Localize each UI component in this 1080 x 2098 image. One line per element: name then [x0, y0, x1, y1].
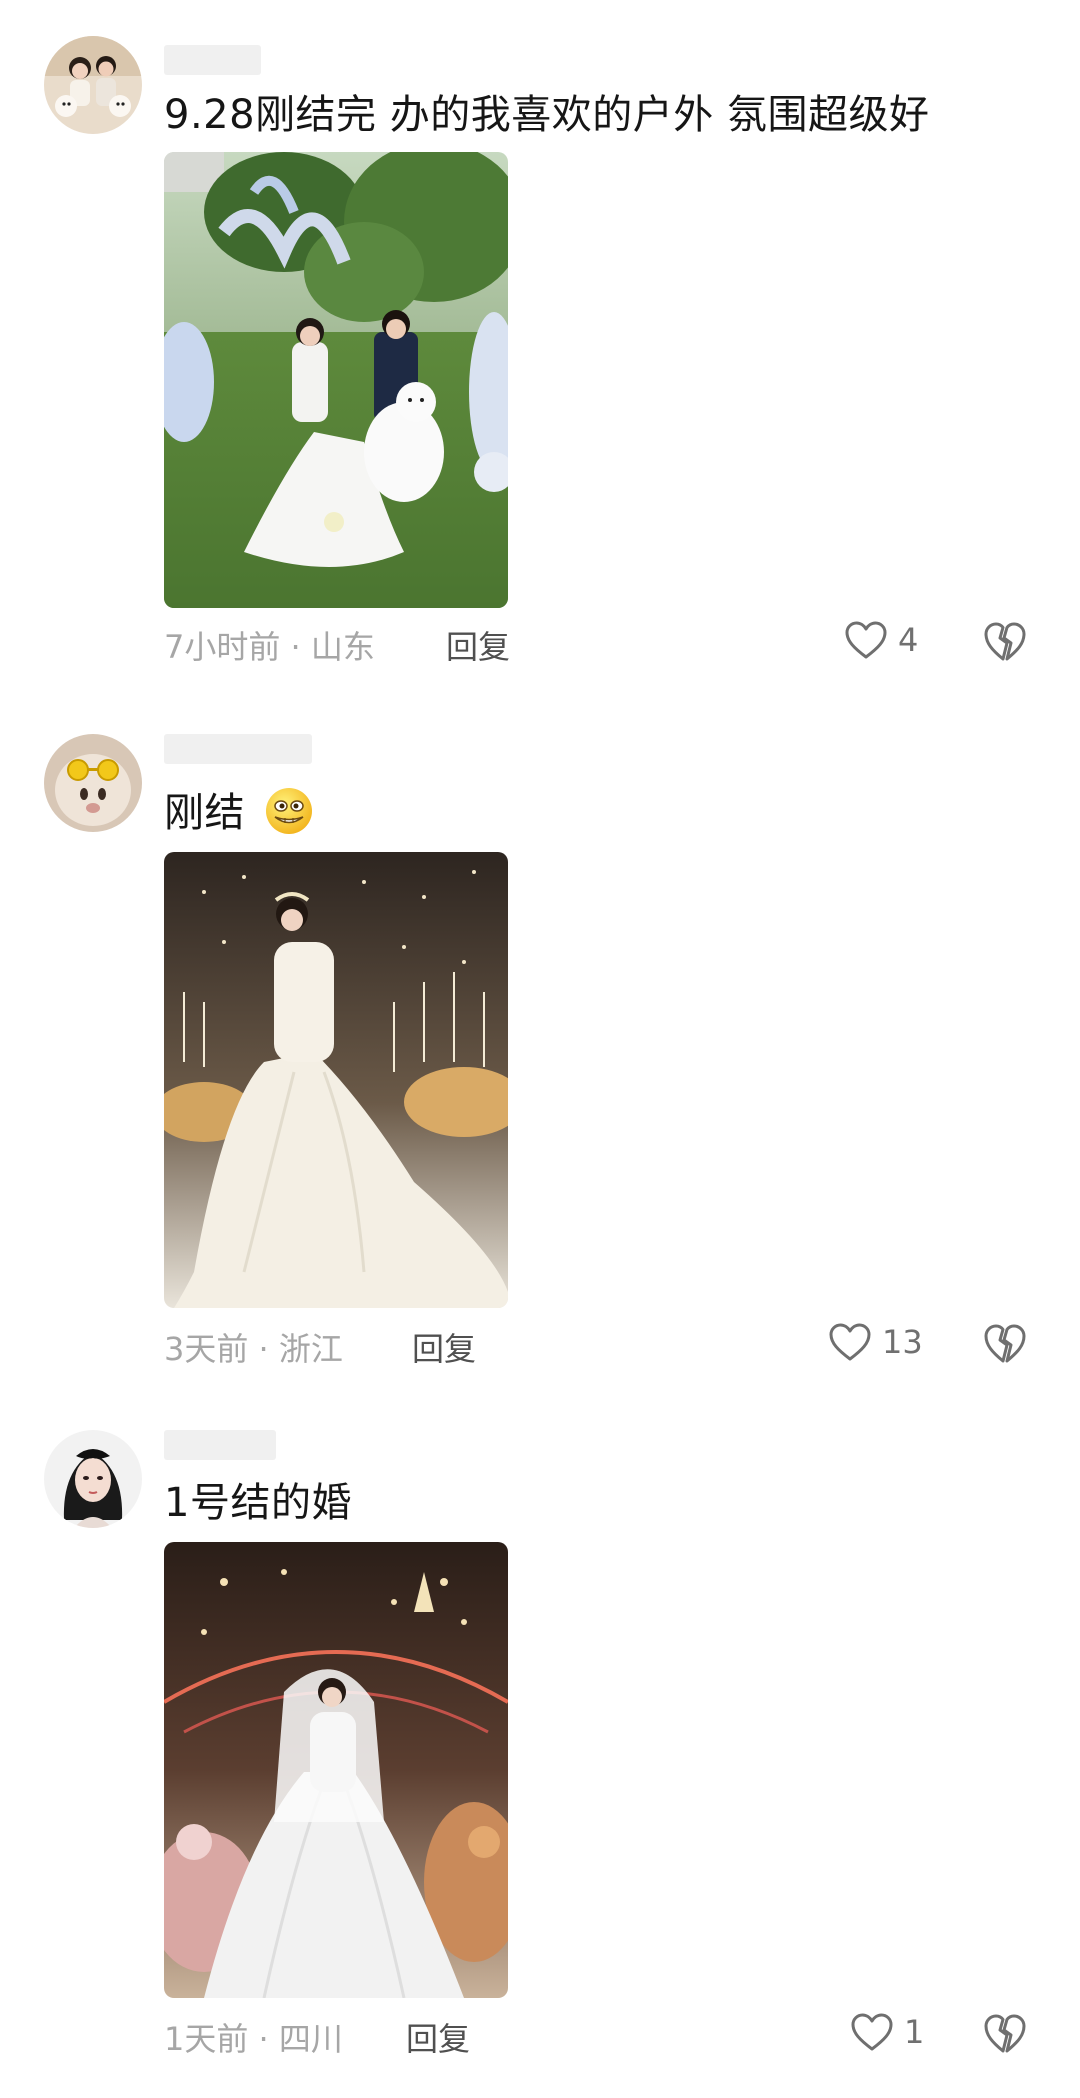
- comment-item: 9.28刚结完 办的我喜欢的户外 氛围超级好 7小时前 · 山东 回复 4: [0, 0, 1080, 690]
- username-placeholder[interactable]: [164, 734, 312, 764]
- broken-heart-icon[interactable]: [982, 1322, 1028, 1366]
- comment-photo[interactable]: [164, 852, 508, 1308]
- comment-text-label: 刚结: [164, 790, 245, 836]
- reply-button[interactable]: 回复: [446, 622, 510, 668]
- comment-meta: 7小时前 · 山东: [164, 622, 375, 668]
- comment-photo[interactable]: [164, 1542, 508, 1998]
- like-count: 4: [898, 621, 919, 659]
- comment-location: 山东: [310, 628, 375, 666]
- heart-icon: [845, 621, 887, 659]
- like-button[interactable]: 1: [850, 2012, 924, 2052]
- like-count: 1: [904, 2013, 925, 2051]
- like-count: 13: [882, 1323, 923, 1361]
- comment-location: 四川: [278, 2020, 343, 2058]
- bride-in-ballroom-photo: [164, 1542, 508, 1998]
- username-placeholder[interactable]: [164, 45, 261, 75]
- comment-time: 3天前: [164, 1330, 249, 1368]
- comment-time: 1天前: [164, 2020, 249, 2058]
- heart-icon: [829, 1323, 871, 1361]
- username-placeholder[interactable]: [164, 1430, 276, 1460]
- broken-heart-icon[interactable]: [982, 620, 1028, 664]
- reply-button[interactable]: 回复: [406, 2014, 470, 2060]
- avatar[interactable]: [44, 734, 142, 832]
- avatar[interactable]: [44, 1430, 142, 1528]
- bride-in-ballgown-photo: [164, 852, 508, 1308]
- meta-separator: ·: [258, 1330, 269, 1368]
- couple-with-dogs-avatar: [44, 36, 142, 134]
- like-button[interactable]: 4: [844, 620, 918, 660]
- comment-location: 浙江: [278, 1330, 343, 1368]
- comment-time: 7小时前: [164, 628, 281, 666]
- comment-meta: 1天前 · 四川: [164, 2014, 343, 2060]
- cat-with-sunglasses-avatar: [44, 734, 142, 832]
- heart-icon: [851, 2013, 893, 2051]
- comment-photo[interactable]: [164, 152, 508, 608]
- comment-text: 刚结: [164, 788, 314, 838]
- comment-meta: 3天前 · 浙江: [164, 1324, 343, 1370]
- like-button[interactable]: 13: [828, 1322, 923, 1362]
- broken-heart-icon[interactable]: [982, 2012, 1028, 2056]
- reply-button[interactable]: 回复: [412, 1324, 476, 1370]
- grinning-teeth-emoji-icon: [266, 788, 313, 834]
- anime-girl-avatar: [44, 1430, 142, 1528]
- comment-text: 1号结的婚: [164, 1480, 352, 1526]
- outdoor-lawn-wedding-photo: [164, 152, 508, 608]
- meta-separator: ·: [258, 2020, 269, 2058]
- meta-separator: ·: [290, 628, 301, 666]
- avatar[interactable]: [44, 36, 142, 134]
- comment-text: 9.28刚结完 办的我喜欢的户外 氛围超级好: [164, 92, 930, 138]
